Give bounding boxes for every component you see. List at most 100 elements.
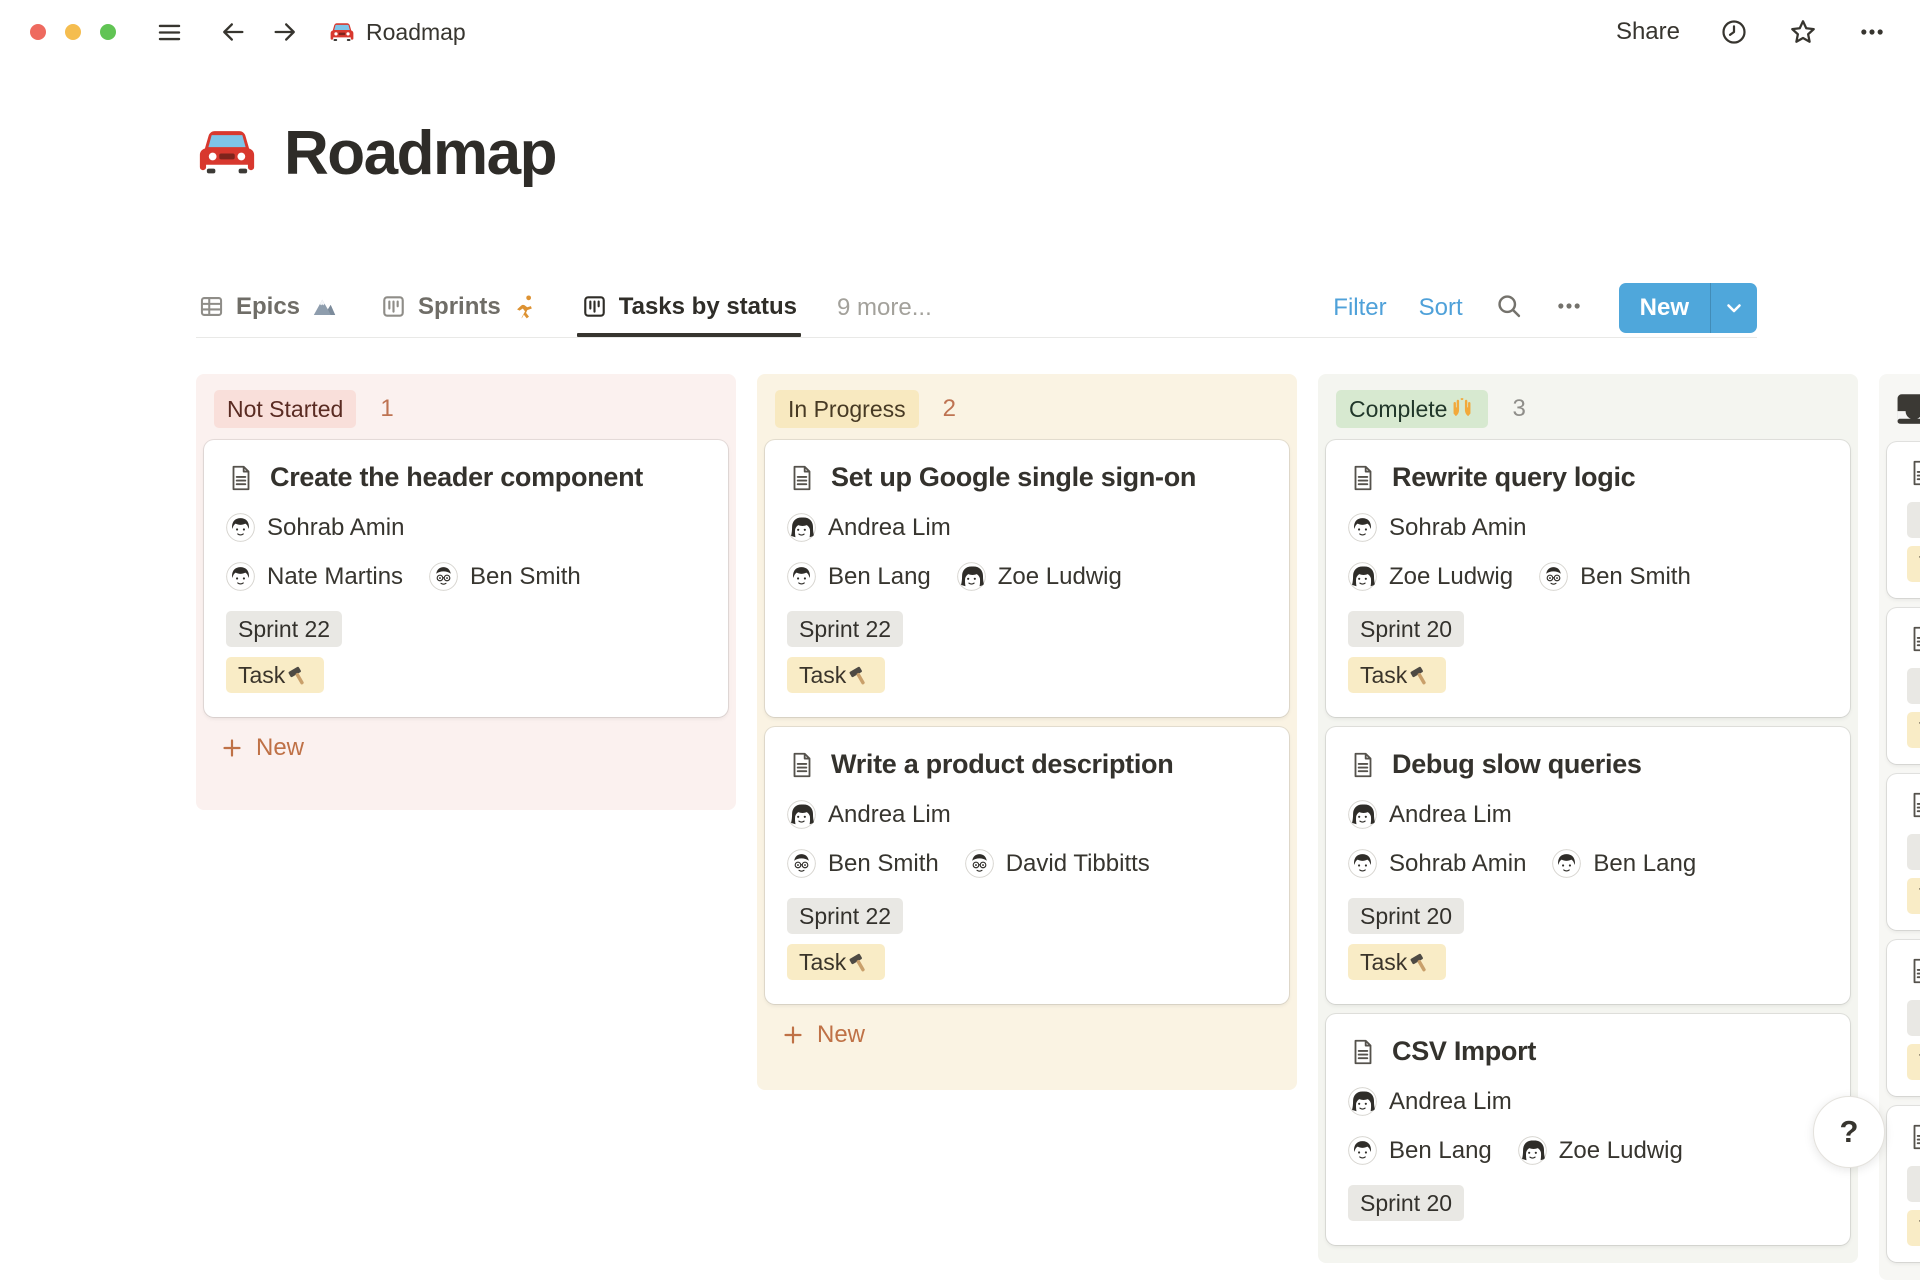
new-button[interactable]: New xyxy=(1619,283,1710,333)
column-status-pill[interactable]: In Progress xyxy=(775,390,919,428)
avatar xyxy=(226,513,255,542)
card-tag-row: Sprint 20 xyxy=(1907,668,1920,704)
breadcrumb-title: Roadmap xyxy=(366,19,466,46)
card-title-row xyxy=(1907,956,1920,986)
page-more-button[interactable] xyxy=(1858,18,1886,46)
tab-sprints[interactable]: Sprints xyxy=(378,291,541,325)
sort-button[interactable]: Sort xyxy=(1419,294,1463,322)
column-status-pill[interactable]: Not Started xyxy=(214,390,356,428)
task-card[interactable]: Sprint 20Task xyxy=(1887,940,1920,1096)
avatar xyxy=(787,513,816,542)
avatar xyxy=(957,562,986,591)
person-name: Zoe Ludwig xyxy=(1389,563,1513,591)
search-button[interactable] xyxy=(1495,292,1523,323)
card-people-row: Andrea Lim xyxy=(787,513,1267,542)
tag-gray: Sprint 22 xyxy=(226,611,342,647)
toolbar-controls: Filter Sort New xyxy=(1333,283,1757,333)
tag-yellow: Task xyxy=(1907,878,1920,914)
tag-label: Sprint 22 xyxy=(799,615,891,643)
tag-gray: Sprint 20 xyxy=(1907,668,1920,704)
card-people-row: Sohrab Amin xyxy=(1348,513,1828,542)
board-column-partial: Sprint 20 Task Sprint 20 Task Sprint 20 Task S… xyxy=(1879,374,1920,1280)
forward-button[interactable] xyxy=(271,18,299,46)
add-card-button[interactable]: New xyxy=(214,733,310,763)
tag-label: Task xyxy=(799,948,846,976)
task-card[interactable]: Debug slow queriesAndrea LimSohrab AminB… xyxy=(1326,727,1850,1004)
person-chip: Andrea Lim xyxy=(787,800,951,829)
page-header: Roadmap xyxy=(196,118,556,189)
card-tag-row: Sprint 22 xyxy=(787,898,1267,934)
task-card[interactable]: Create the header component Sohrab Amin Na… xyxy=(204,440,728,717)
person-name: Andrea Lim xyxy=(828,514,951,542)
tag-gray: Sprint 20 xyxy=(1348,898,1464,934)
filter-button[interactable]: Filter xyxy=(1333,294,1386,322)
zoom-window-button[interactable] xyxy=(100,24,116,40)
column-status-pill[interactable]: Complete xyxy=(1336,390,1488,428)
card-tag-row: Task xyxy=(787,657,1267,693)
person-chip: Zoe Ludwig xyxy=(957,562,1122,591)
person-chip: Ben Lang xyxy=(1552,849,1696,878)
card-tag-row: Sprint 20 xyxy=(1907,1166,1920,1202)
page-icon xyxy=(787,750,817,780)
breadcrumb[interactable]: Roadmap xyxy=(329,19,466,46)
tab-label: Epics xyxy=(236,293,300,321)
tag-gray: Sprint 20 xyxy=(1907,502,1920,538)
minimize-window-button[interactable] xyxy=(65,24,81,40)
add-card-button[interactable]: New xyxy=(775,1020,871,1050)
task-card[interactable]: Sprint 20Task xyxy=(1887,608,1920,764)
board-icon xyxy=(380,293,407,320)
help-button[interactable]: ? xyxy=(1813,1096,1885,1168)
avatar xyxy=(226,562,255,591)
person-chip: Sohrab Amin xyxy=(1348,513,1526,542)
card-tag-row: Sprint 22 xyxy=(787,611,1267,647)
page-icon xyxy=(1907,1122,1920,1152)
task-card[interactable]: Write a product descriptionAndrea LimBen… xyxy=(765,727,1289,1004)
tag-gray: Sprint 20 xyxy=(1907,1166,1920,1202)
tab-tasks-by-status[interactable]: Tasks by status xyxy=(579,291,799,325)
back-arrow-icon xyxy=(219,18,247,46)
more-icon xyxy=(1858,18,1886,46)
card-tag-row: Task xyxy=(1907,878,1920,914)
tag-yellow: Task xyxy=(1907,1044,1920,1080)
card-people-row: Andrea Lim xyxy=(1348,1087,1828,1116)
person-name: Ben Lang xyxy=(1593,850,1696,878)
card-title-text: Set up Google single sign-on xyxy=(831,462,1196,493)
avatar xyxy=(1539,562,1568,591)
task-card[interactable]: Set up Google single sign-onAndrea LimBe… xyxy=(765,440,1289,717)
card-people-row: Sohrab Amin xyxy=(226,513,706,542)
task-card[interactable]: Sprint 20 Task xyxy=(1887,442,1920,598)
plus-icon xyxy=(781,1023,805,1047)
tab-epics[interactable]: Epics xyxy=(196,291,340,325)
more-views-button[interactable]: 9 more... xyxy=(837,294,932,322)
favorite-button[interactable] xyxy=(1788,17,1818,47)
tag-label: Task xyxy=(1360,948,1407,976)
avatar xyxy=(787,849,816,878)
card-title-row xyxy=(1907,1122,1920,1152)
page-icon-button[interactable] xyxy=(196,121,258,186)
card-people-row: Nate MartinsBen Smith xyxy=(226,562,706,591)
card-tag-row: Sprint 20 xyxy=(1907,834,1920,870)
view-options-button[interactable] xyxy=(1555,292,1583,323)
column-status-label: Complete xyxy=(1349,395,1447,423)
close-window-button[interactable] xyxy=(30,24,46,40)
card-title-row: Create the header component xyxy=(226,462,706,493)
task-card[interactable]: Rewrite query logicSohrab AminZoe Ludwig… xyxy=(1326,440,1850,717)
sidebar-toggle-button[interactable] xyxy=(156,19,183,46)
column-header: In Progress2 xyxy=(757,374,1297,440)
window-controls xyxy=(30,24,116,40)
task-card[interactable]: CSV ImportAndrea LimBen LangZoe LudwigSp… xyxy=(1326,1014,1850,1245)
avatar xyxy=(1348,800,1377,829)
card-title-row xyxy=(1907,624,1920,654)
tag-yellow: Task xyxy=(1907,546,1920,582)
share-button[interactable]: Share xyxy=(1616,18,1680,46)
updates-button[interactable] xyxy=(1720,18,1748,46)
card-tag-row: Task xyxy=(1907,1210,1920,1246)
task-card[interactable]: Sprint 20 Task xyxy=(1887,774,1920,930)
avatar xyxy=(787,562,816,591)
task-card[interactable]: Sprint 20 Task xyxy=(1887,1106,1920,1262)
tag-label: Sprint 20 xyxy=(1360,615,1452,643)
new-dropdown-button[interactable] xyxy=(1711,283,1757,333)
back-button[interactable] xyxy=(219,18,247,46)
person-name: Ben Smith xyxy=(470,563,581,591)
tag-label: Task xyxy=(238,661,285,689)
